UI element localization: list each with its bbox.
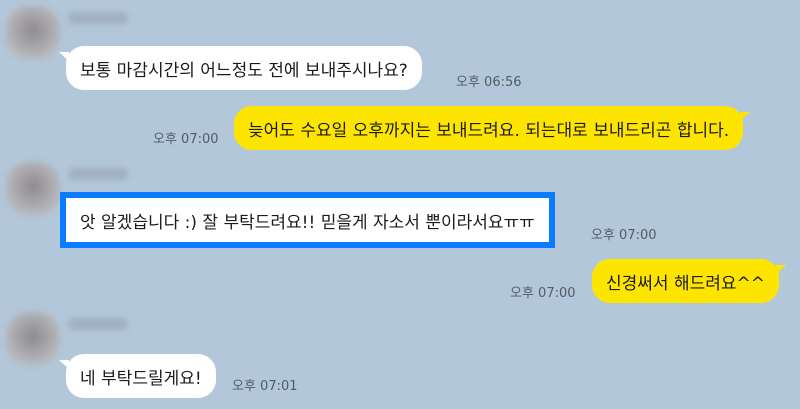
sender-avatar[interactable] bbox=[6, 312, 60, 366]
chat-room: 보통 마감시간의 어느정도 전에 보내주시나요? 오후 06:56 오후 07:… bbox=[0, 0, 800, 409]
message-bubble-outgoing[interactable]: 늦어도 수요일 오후까지는 보내드려요. 되는대로 보내드리곤 합니다. bbox=[234, 106, 751, 150]
sender-avatar[interactable] bbox=[6, 6, 60, 60]
message-bubble-incoming-highlighted[interactable]: 앗 알겠습니다 :) 잘 부탁드려요!! 믿을게 자소서 뿐이라서요ㅠㅠ bbox=[60, 192, 555, 248]
message-timestamp: 오후 07:00 bbox=[591, 228, 657, 243]
message-text: 보통 마감시간의 어느정도 전에 보내주시나요? bbox=[80, 60, 408, 81]
message-text: 신경써서 해드려요^^ bbox=[606, 273, 766, 294]
sender-avatar[interactable] bbox=[6, 162, 60, 216]
message-text: 앗 알겠습니다 :) 잘 부탁드려요!! 믿을게 자소서 뿐이라서요ㅠㅠ bbox=[80, 212, 535, 233]
message-text: 네 부탁드릴게요! bbox=[80, 368, 202, 389]
message-text: 늦어도 수요일 오후까지는 보내드려요. 되는대로 보내드리곤 합니다. bbox=[248, 120, 730, 141]
message-timestamp: 오후 06:56 bbox=[456, 75, 522, 90]
message-bubble-incoming[interactable]: 네 부탁드릴게요! bbox=[59, 354, 216, 398]
sender-name bbox=[68, 168, 128, 180]
message-timestamp: 오후 07:00 bbox=[153, 132, 219, 147]
sender-name bbox=[68, 12, 128, 24]
message-bubble-outgoing[interactable]: 신경써서 해드려요^^ bbox=[592, 259, 787, 303]
message-timestamp: 오후 07:01 bbox=[232, 379, 298, 394]
sender-name bbox=[68, 318, 128, 330]
message-bubble-incoming[interactable]: 보통 마감시간의 어느정도 전에 보내주시나요? bbox=[59, 46, 422, 90]
message-timestamp: 오후 07:00 bbox=[510, 286, 576, 301]
